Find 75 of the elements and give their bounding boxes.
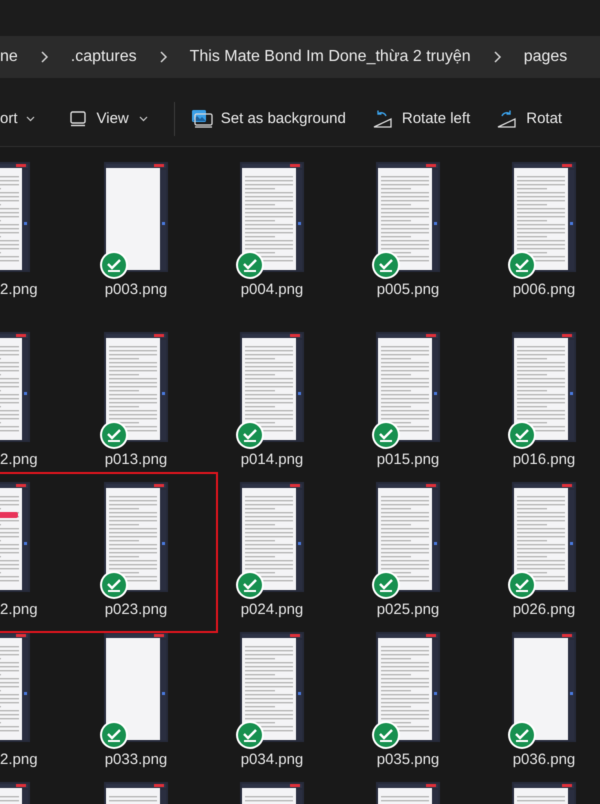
available-status-icon	[371, 720, 401, 750]
page-thumbnail[interactable]	[240, 332, 304, 442]
available-status-icon	[99, 570, 129, 600]
caret-icon	[138, 116, 148, 122]
monitor-icon	[68, 110, 87, 128]
available-status-icon	[507, 420, 537, 450]
chevron-icon	[492, 50, 502, 64]
file-name: p004.png	[240, 280, 304, 300]
available-status-icon	[371, 250, 401, 280]
page-thumbnail[interactable]	[376, 482, 440, 592]
file-name: 2.png	[0, 280, 38, 300]
available-status-icon	[235, 570, 265, 600]
file-name: p035.png	[376, 750, 440, 770]
page-thumbnail[interactable]	[512, 332, 576, 442]
file-name: p006.png	[512, 280, 576, 300]
file-name: p024.png	[240, 600, 304, 620]
page-thumbnail[interactable]	[512, 482, 576, 592]
file-name: 2.png	[0, 750, 38, 770]
page-thumbnail[interactable]	[0, 482, 30, 592]
address-bar[interactable]: ne .captures This Mate Bond Im Done_thừa 2 truyện pages	[0, 36, 600, 78]
chevron-icon	[40, 50, 49, 64]
file-name: p026.png	[512, 600, 576, 620]
available-status-icon	[507, 570, 537, 600]
available-status-icon	[235, 720, 265, 750]
rotate-left-icon	[372, 109, 394, 129]
available-status-icon	[507, 720, 537, 750]
file-name: p016.png	[512, 450, 576, 470]
page-thumbnail[interactable]	[240, 632, 304, 742]
file-name: p023.png	[104, 600, 168, 620]
toolbar-button[interactable]: View	[68, 108, 148, 130]
file-name: p013.png	[104, 450, 168, 470]
file-name: p034.png	[240, 750, 304, 770]
file-name: p014.png	[240, 450, 304, 470]
toolbar-button[interactable]: Set as background	[190, 108, 346, 130]
available-status-icon	[371, 570, 401, 600]
page-thumbnail[interactable]	[376, 632, 440, 742]
page-thumbnail[interactable]	[0, 632, 30, 742]
picture-icon	[190, 109, 213, 129]
file-name: p036.png	[512, 750, 576, 770]
available-status-icon	[99, 720, 129, 750]
available-status-icon	[371, 420, 401, 450]
toolbar-button[interactable]: Rotate left	[372, 108, 470, 130]
available-status-icon	[99, 420, 129, 450]
toolbar-button[interactable]: Rotat	[496, 108, 562, 130]
file-name: p003.png	[104, 280, 168, 300]
breadcrumb-item[interactable]: pages	[524, 45, 568, 69]
breadcrumb-item[interactable]: .captures	[70, 45, 137, 69]
page-thumbnail[interactable]	[240, 482, 304, 592]
page-thumbnail[interactable]	[104, 482, 168, 592]
chevron-icon	[158, 50, 168, 64]
page-thumbnail[interactable]	[0, 162, 30, 272]
file-name: p015.png	[376, 450, 440, 470]
page-thumbnail[interactable]	[376, 162, 440, 272]
breadcrumb-item[interactable]: This Mate Bond Im Done_thừa 2 truyện	[190, 45, 471, 69]
page-thumbnail[interactable]	[512, 162, 576, 272]
page-thumbnail[interactable]	[104, 162, 168, 272]
available-status-icon	[99, 250, 129, 280]
available-status-icon	[235, 420, 265, 450]
file-name: 2.png	[0, 450, 38, 470]
file-name: p005.png	[376, 280, 440, 300]
available-status-icon	[235, 250, 265, 280]
rotate-right-icon	[496, 109, 518, 129]
breadcrumb-item[interactable]: ne	[0, 45, 18, 69]
page-thumbnail[interactable]	[240, 162, 304, 272]
page-thumbnail[interactable]	[104, 632, 168, 742]
file-name: p033.png	[104, 750, 168, 770]
file-name: p025.png	[376, 600, 440, 620]
available-status-icon	[507, 250, 537, 280]
toolbar-button[interactable]: ort	[0, 108, 35, 130]
page-thumbnail[interactable]	[0, 332, 30, 442]
file-name: 2.png	[0, 600, 38, 620]
page-thumbnail[interactable]	[376, 332, 440, 442]
caret-icon	[26, 116, 35, 122]
page-thumbnail[interactable]	[512, 632, 576, 742]
page-thumbnail[interactable]	[104, 332, 168, 442]
